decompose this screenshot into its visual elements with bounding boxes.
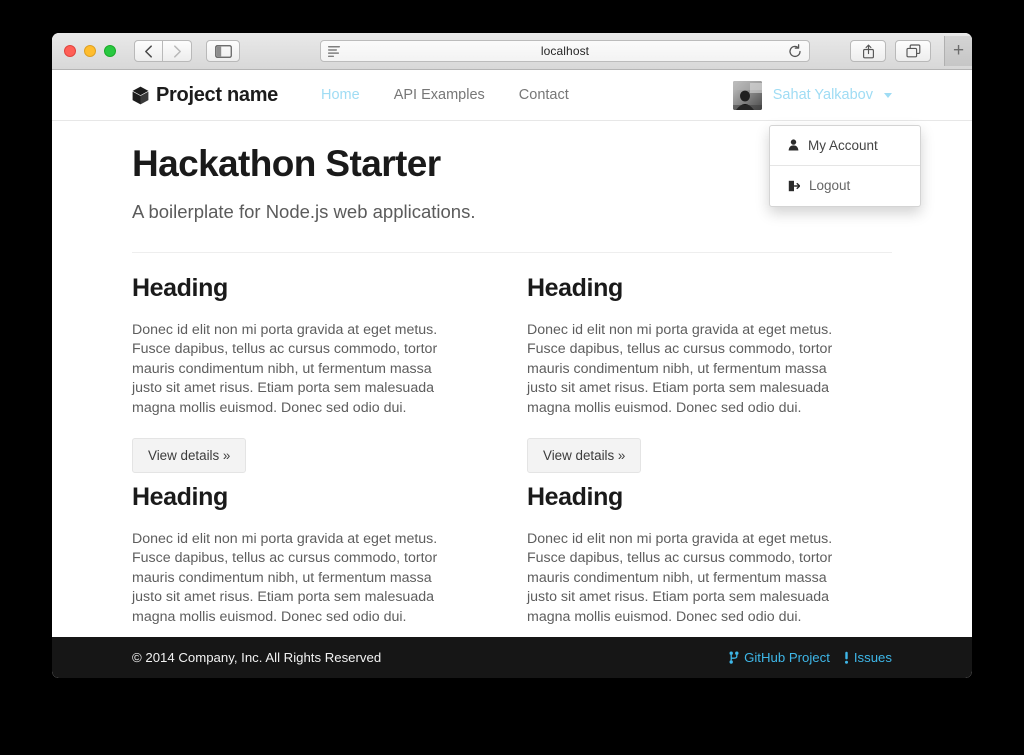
feature-body: Donec id elit non mi porta gravida at eg… xyxy=(527,321,857,419)
feature-heading: Heading xyxy=(527,274,892,303)
view-details-button[interactable]: View details » xyxy=(527,438,641,473)
primary-nav: Home API Examples Contact xyxy=(306,79,584,111)
user-icon xyxy=(788,139,799,151)
reload-icon xyxy=(788,44,802,59)
sidebar-toggle-icon xyxy=(215,45,232,58)
footer-link-github-project[interactable]: GitHub Project xyxy=(729,650,830,665)
feature-column: Heading Donec id elit non mi porta gravi… xyxy=(132,274,497,483)
browser-window: localhost + xyxy=(52,33,972,678)
feature-heading: Heading xyxy=(132,483,497,512)
feature-body: Donec id elit non mi porta gravida at eg… xyxy=(132,530,462,628)
dropdown-item-my-account[interactable]: My Account xyxy=(770,130,920,162)
feature-column: Heading Donec id elit non mi porta gravi… xyxy=(527,274,892,483)
nav-link-api-examples[interactable]: API Examples xyxy=(379,79,500,111)
reader-view-icon xyxy=(328,46,340,57)
issue-icon xyxy=(844,651,849,664)
navbar-inner: Project name Home API Examples Contact xyxy=(132,70,892,120)
toolbar-right-buttons: + xyxy=(850,36,964,66)
user-menu-toggle[interactable]: Sahat Yalkabov My Account xyxy=(733,81,892,110)
share-button[interactable] xyxy=(850,40,886,62)
site-footer: © 2014 Company, Inc. All Rights Reserved… xyxy=(52,637,972,678)
footer-link-label: GitHub Project xyxy=(744,650,830,665)
forward-button[interactable] xyxy=(163,40,192,62)
dropdown-divider xyxy=(770,165,920,166)
nav-link-home[interactable]: Home xyxy=(306,79,375,111)
dropdown-item-label: Logout xyxy=(809,179,850,193)
dropdown-item-logout[interactable]: Logout xyxy=(770,170,920,202)
brand-label: Project name xyxy=(156,84,278,107)
back-button[interactable] xyxy=(134,40,163,62)
cube-icon xyxy=(132,86,149,105)
user-name-label: Sahat Yalkabov xyxy=(773,87,873,103)
zoom-window-button[interactable] xyxy=(104,45,116,57)
page-viewport: Hackathon Starter A boilerplate for Node… xyxy=(52,70,972,678)
chevron-down-icon xyxy=(884,93,892,98)
site-navbar: Project name Home API Examples Contact xyxy=(52,70,972,121)
url-text: localhost xyxy=(541,44,589,58)
logout-icon xyxy=(788,180,800,192)
avatar xyxy=(733,81,762,110)
view-details-button[interactable]: View details » xyxy=(132,438,246,473)
footer-inner: © 2014 Company, Inc. All Rights Reserved… xyxy=(132,650,892,665)
minimize-window-button[interactable] xyxy=(84,45,96,57)
navigation-buttons xyxy=(134,40,192,62)
show-tabs-button[interactable] xyxy=(895,40,931,62)
nav-link-contact[interactable]: Contact xyxy=(504,79,584,111)
user-dropdown-menu: My Account Logout xyxy=(769,125,921,207)
feature-body: Donec id elit non mi porta gravida at eg… xyxy=(132,321,462,419)
feature-heading: Heading xyxy=(527,483,892,512)
git-branch-icon xyxy=(729,651,739,664)
url-bar[interactable]: localhost xyxy=(320,40,810,62)
footer-link-label: Issues xyxy=(854,650,892,665)
feature-heading: Heading xyxy=(132,274,497,303)
footer-links: GitHub Project Issues xyxy=(729,650,892,665)
footer-copyright: © 2014 Company, Inc. All Rights Reserved xyxy=(132,650,381,665)
feature-body: Donec id elit non mi porta gravida at eg… xyxy=(527,530,857,628)
footer-link-issues[interactable]: Issues xyxy=(844,650,892,665)
feature-grid: Heading Donec id elit non mi porta gravi… xyxy=(132,253,892,678)
brand-link[interactable]: Project name xyxy=(132,84,278,107)
show-tabs-icon xyxy=(906,44,921,58)
sidebar-toggle-button[interactable] xyxy=(206,40,240,62)
new-tab-button[interactable]: + xyxy=(944,36,972,66)
browser-toolbar: localhost + xyxy=(52,33,972,70)
close-window-button[interactable] xyxy=(64,45,76,57)
window-traffic-lights xyxy=(52,45,116,57)
share-icon xyxy=(862,44,875,59)
dropdown-item-label: My Account xyxy=(808,139,878,153)
